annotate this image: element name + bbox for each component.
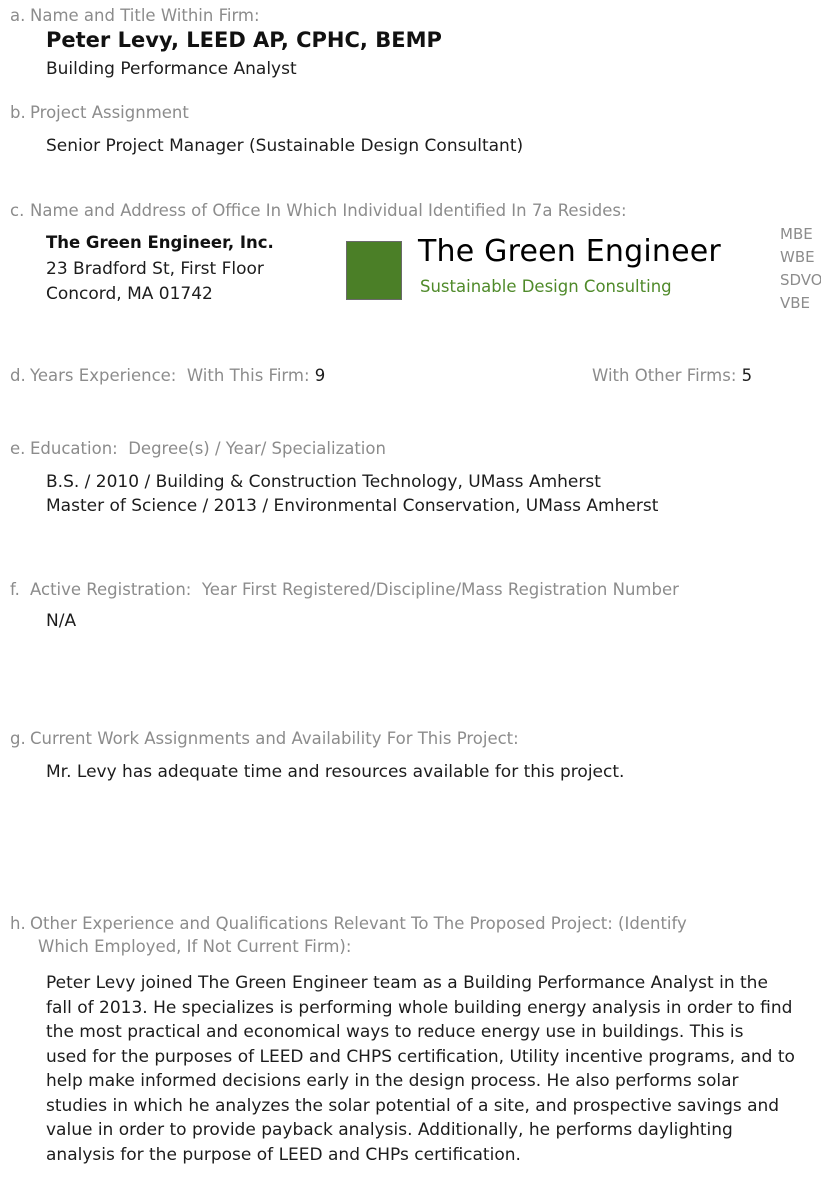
cert-sdvo: SDVO bbox=[780, 271, 821, 289]
section-e-sublabel: Degree(s) / Year/ Specialization bbox=[128, 439, 386, 458]
section-c-label: c. Name and Address of Office In Which In… bbox=[10, 201, 627, 220]
logo-title: The Green Engineer bbox=[418, 234, 721, 269]
section-h-label-line1: Other Experience and Qualifications Rele… bbox=[30, 914, 687, 933]
this-firm-years: 9 bbox=[314, 366, 326, 385]
section-b-label-text: Project Assignment bbox=[30, 103, 189, 122]
section-h-label-line2: Which Employed, If Not Current Firm): bbox=[38, 937, 352, 956]
section-g-label: g. Current Work Assignments and Availabil… bbox=[10, 729, 519, 748]
this-firm-label: With This Firm: bbox=[186, 366, 310, 385]
section-b-label: b. Project Assignment bbox=[10, 103, 189, 122]
experience-paragraph: Peter Levy joined The Green Engineer tea… bbox=[46, 971, 795, 1167]
section-f-label: f. Active Registration: Year First Regist… bbox=[10, 580, 679, 599]
section-f-letter: f. bbox=[10, 580, 20, 599]
section-h-letter: h. bbox=[10, 914, 26, 933]
address-line-1: 23 Bradford St, First Floor bbox=[46, 259, 264, 279]
paragraph-line: studies in which he analyzes the solar p… bbox=[46, 1095, 780, 1116]
paragraph-line: Peter Levy joined The Green Engineer tea… bbox=[46, 973, 768, 993]
other-firms: With Other Firms: 5 bbox=[592, 366, 752, 385]
other-firms-label: With Other Firms: bbox=[592, 366, 737, 385]
address-line-2: Concord, MA 01742 bbox=[46, 284, 213, 304]
section-a-label-text: Name and Title Within Firm: bbox=[30, 6, 260, 25]
paragraph-line: fall of 2013. He specializes is performi… bbox=[46, 997, 793, 1018]
section-h-label: h. Other Experience and Qualifications Re… bbox=[10, 914, 687, 933]
firm-name: The Green Engineer, Inc. bbox=[46, 233, 274, 252]
section-f-label-text: Active Registration: bbox=[30, 580, 192, 599]
section-d-label-text: Years Experience: bbox=[30, 366, 177, 385]
cert-wbe: WBE bbox=[780, 248, 815, 266]
logo-square-icon bbox=[346, 241, 402, 300]
availability-value: Mr. Levy has adequate time and resources… bbox=[46, 762, 625, 782]
paragraph-line: help make informed decisions early in th… bbox=[46, 1071, 739, 1091]
section-d-label: d. Years Experience: With This Firm: 9 bbox=[10, 366, 325, 385]
section-c-label-text: Name and Address of Office In Which Indi… bbox=[30, 201, 627, 220]
logo-subtitle: Sustainable Design Consulting bbox=[420, 277, 672, 296]
registration-value: N/A bbox=[46, 611, 77, 631]
other-firms-years: 5 bbox=[741, 366, 753, 385]
section-g-label-text: Current Work Assignments and Availabilit… bbox=[30, 729, 519, 748]
education-item: B.S. / 2010 / Building & Construction Te… bbox=[46, 472, 601, 492]
cert-vbe: VBE bbox=[780, 294, 811, 312]
education-item: Master of Science / 2013 / Environmental… bbox=[46, 496, 659, 516]
person-title: Building Performance Analyst bbox=[46, 59, 297, 79]
section-a-label: a. Name and Title Within Firm: bbox=[10, 6, 260, 25]
section-f-sublabel: Year First Registered/Discipline/Mass Re… bbox=[201, 580, 679, 599]
section-a-letter: a. bbox=[10, 6, 26, 25]
section-d-letter: d. bbox=[10, 366, 26, 385]
paragraph-line: used for the purposes of LEED and CHPS c… bbox=[46, 1046, 795, 1067]
education-list: B.S. / 2010 / Building & Construction Te… bbox=[46, 470, 658, 518]
section-e-label: e. Education: Degree(s) / Year/ Specializ… bbox=[10, 439, 386, 458]
cert-mbe: MBE bbox=[780, 225, 813, 243]
section-b-letter: b. bbox=[10, 103, 26, 122]
project-assignment: Senior Project Manager (Sustainable Desi… bbox=[46, 136, 524, 156]
section-e-letter: e. bbox=[10, 439, 26, 458]
person-name: Peter Levy, LEED AP, CPHC, BEMP bbox=[46, 28, 442, 52]
section-c-letter: c. bbox=[10, 201, 25, 220]
paragraph-line: value in order to provide payback analys… bbox=[46, 1120, 733, 1140]
section-g-letter: g. bbox=[10, 729, 26, 748]
section-e-label-text: Education: bbox=[30, 439, 118, 458]
paragraph-line: analysis for the purpose of LEED and CHP… bbox=[46, 1144, 521, 1165]
paragraph-line: the most practical and economical ways t… bbox=[46, 1022, 744, 1042]
